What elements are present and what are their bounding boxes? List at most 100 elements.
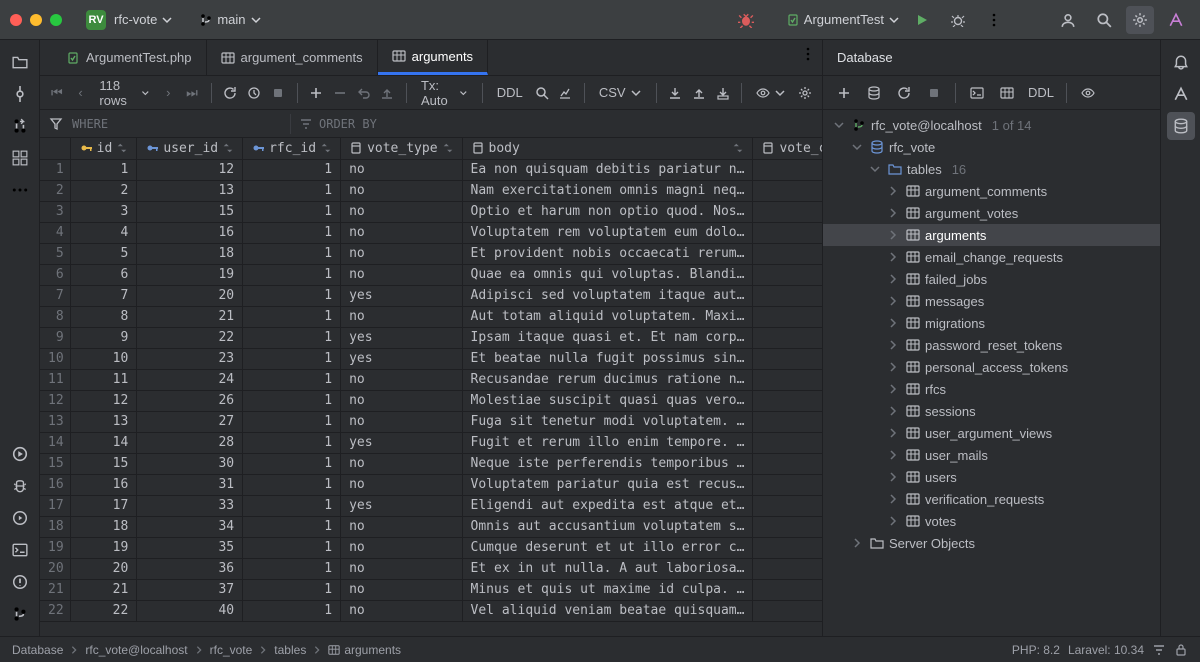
cell-rfc-id[interactable]: 1 xyxy=(243,180,341,201)
cell-user-id[interactable]: 20 xyxy=(137,285,243,306)
cell-body[interactable]: Et ex in ut nulla. A aut laboriosa… xyxy=(462,558,753,579)
cell-rfc-id[interactable]: 1 xyxy=(243,201,341,222)
data-grid[interactable]: id user_id rfc_id vote_type body vote_co… xyxy=(40,138,822,622)
cell-body[interactable]: Eligendi aut expedita est atque et… xyxy=(462,495,753,516)
cell-vote-count[interactable] xyxy=(753,180,822,201)
cell-body[interactable]: Aut totam aliquid voluptatem. Maxi… xyxy=(462,306,753,327)
view-options-button[interactable] xyxy=(1075,80,1101,106)
cell-rfc-id[interactable]: 1 xyxy=(243,222,341,243)
maximize-window-button[interactable] xyxy=(50,14,62,26)
cell-user-id[interactable]: 35 xyxy=(137,537,243,558)
cell-rfc-id[interactable]: 1 xyxy=(243,579,341,600)
more-tools-button[interactable] xyxy=(6,176,34,204)
column-header-rfc-id[interactable]: rfc_id xyxy=(243,138,341,159)
cell-body[interactable]: Neque iste perferendis temporibus … xyxy=(462,453,753,474)
next-page-button[interactable]: › xyxy=(159,81,177,105)
cell-vote-type[interactable]: no xyxy=(341,390,462,411)
database-tool-button[interactable] xyxy=(1167,112,1195,140)
cell-vote-type[interactable]: no xyxy=(341,516,462,537)
cell-id[interactable]: 1 xyxy=(70,159,137,180)
delete-row-button[interactable] xyxy=(331,81,349,105)
problems-tool-button[interactable] xyxy=(6,568,34,596)
cell-vote-type[interactable]: no xyxy=(341,474,462,495)
cell-body[interactable]: Recusandae rerum ducimus ratione n… xyxy=(462,369,753,390)
cell-rfc-id[interactable]: 1 xyxy=(243,411,341,432)
search-everywhere-button[interactable] xyxy=(1090,6,1118,34)
table-row[interactable]: 11 11 24 1 no Recusandae rerum ducimus r… xyxy=(40,369,822,390)
cell-vote-type[interactable]: no xyxy=(341,306,462,327)
cell-user-id[interactable]: 30 xyxy=(137,453,243,474)
cell-id[interactable]: 15 xyxy=(70,453,137,474)
breadcrumb-item[interactable]: Database xyxy=(12,643,63,657)
table-node[interactable]: personal_access_tokens xyxy=(823,356,1160,378)
duplicate-button[interactable] xyxy=(861,80,887,106)
chart-button[interactable] xyxy=(556,81,574,105)
auto-reload-button[interactable] xyxy=(245,81,263,105)
cell-vote-count[interactable] xyxy=(753,432,822,453)
cell-user-id[interactable]: 21 xyxy=(137,306,243,327)
table-node[interactable]: votes xyxy=(823,510,1160,532)
find-button[interactable] xyxy=(533,81,551,105)
cell-user-id[interactable]: 15 xyxy=(137,201,243,222)
stop-button[interactable] xyxy=(269,81,287,105)
cell-body[interactable]: Fugit et rerum illo enim tempore. … xyxy=(462,432,753,453)
cell-id[interactable]: 4 xyxy=(70,222,137,243)
cell-vote-type[interactable]: yes xyxy=(341,327,462,348)
cell-vote-type[interactable]: no xyxy=(341,243,462,264)
cell-vote-type[interactable]: no xyxy=(341,558,462,579)
cell-id[interactable]: 7 xyxy=(70,285,137,306)
cell-rfc-id[interactable]: 1 xyxy=(243,369,341,390)
table-row[interactable]: 15 15 30 1 no Neque iste perferendis tem… xyxy=(40,453,822,474)
cell-vote-count[interactable] xyxy=(753,537,822,558)
table-row[interactable]: 10 10 23 1 yes Et beatae nulla fugit pos… xyxy=(40,348,822,369)
table-node[interactable]: users xyxy=(823,466,1160,488)
settings-button[interactable] xyxy=(1126,6,1154,34)
cell-id[interactable]: 17 xyxy=(70,495,137,516)
cell-user-id[interactable]: 12 xyxy=(137,159,243,180)
cell-rfc-id[interactable]: 1 xyxy=(243,159,341,180)
cell-vote-type[interactable]: no xyxy=(341,600,462,621)
cell-vote-count[interactable] xyxy=(753,558,822,579)
cell-id[interactable]: 8 xyxy=(70,306,137,327)
cell-user-id[interactable]: 24 xyxy=(137,369,243,390)
table-row[interactable]: 2 2 13 1 no Nam exercitationem omnis mag… xyxy=(40,180,822,201)
cell-id[interactable]: 9 xyxy=(70,327,137,348)
cell-body[interactable]: Quae ea omnis qui voluptas. Blandi… xyxy=(462,264,753,285)
pull-requests-tool-button[interactable] xyxy=(6,112,34,140)
cell-body[interactable]: Omnis aut accusantium voluptatem s… xyxy=(462,516,753,537)
vcs-tool-button[interactable] xyxy=(6,600,34,628)
code-with-me-button[interactable] xyxy=(1054,6,1082,34)
cell-id[interactable]: 20 xyxy=(70,558,137,579)
refresh-schema-button[interactable] xyxy=(891,80,917,106)
cell-rfc-id[interactable]: 1 xyxy=(243,327,341,348)
table-node[interactable]: user_argument_views xyxy=(823,422,1160,444)
disconnect-button[interactable] xyxy=(921,80,947,106)
cell-user-id[interactable]: 31 xyxy=(137,474,243,495)
add-row-button[interactable] xyxy=(307,81,325,105)
cell-body[interactable]: Et beatae nulla fugit possimus sin… xyxy=(462,348,753,369)
export-button[interactable] xyxy=(666,81,684,105)
cell-vote-type[interactable]: no xyxy=(341,369,462,390)
table-node[interactable]: password_reset_tokens xyxy=(823,334,1160,356)
cell-id[interactable]: 5 xyxy=(70,243,137,264)
prev-page-button[interactable]: ‹ xyxy=(72,81,90,105)
cell-id[interactable]: 12 xyxy=(70,390,137,411)
cell-vote-type[interactable]: no xyxy=(341,537,462,558)
table-node[interactable]: verification_requests xyxy=(823,488,1160,510)
cell-id[interactable]: 16 xyxy=(70,474,137,495)
terminal-tool-button[interactable] xyxy=(6,536,34,564)
cell-vote-count[interactable] xyxy=(753,411,822,432)
cell-id[interactable]: 19 xyxy=(70,537,137,558)
table-row[interactable]: 14 14 28 1 yes Fugit et rerum illo enim … xyxy=(40,432,822,453)
jump-to-console-button[interactable] xyxy=(964,80,990,106)
project-dropdown[interactable]: rfc-vote xyxy=(114,12,173,27)
table-row[interactable]: 12 12 26 1 no Molestiae suscipit quasi q… xyxy=(40,390,822,411)
run-tool-button[interactable] xyxy=(6,504,34,532)
table-node[interactable]: failed_jobs xyxy=(823,268,1160,290)
server-objects-node[interactable]: Server Objects xyxy=(823,532,1160,554)
cell-vote-count[interactable] xyxy=(753,306,822,327)
cell-rfc-id[interactable]: 1 xyxy=(243,600,341,621)
cell-rfc-id[interactable]: 1 xyxy=(243,474,341,495)
breadcrumb-item[interactable]: rfc_vote@localhost xyxy=(85,643,187,657)
cell-vote-count[interactable] xyxy=(753,159,822,180)
